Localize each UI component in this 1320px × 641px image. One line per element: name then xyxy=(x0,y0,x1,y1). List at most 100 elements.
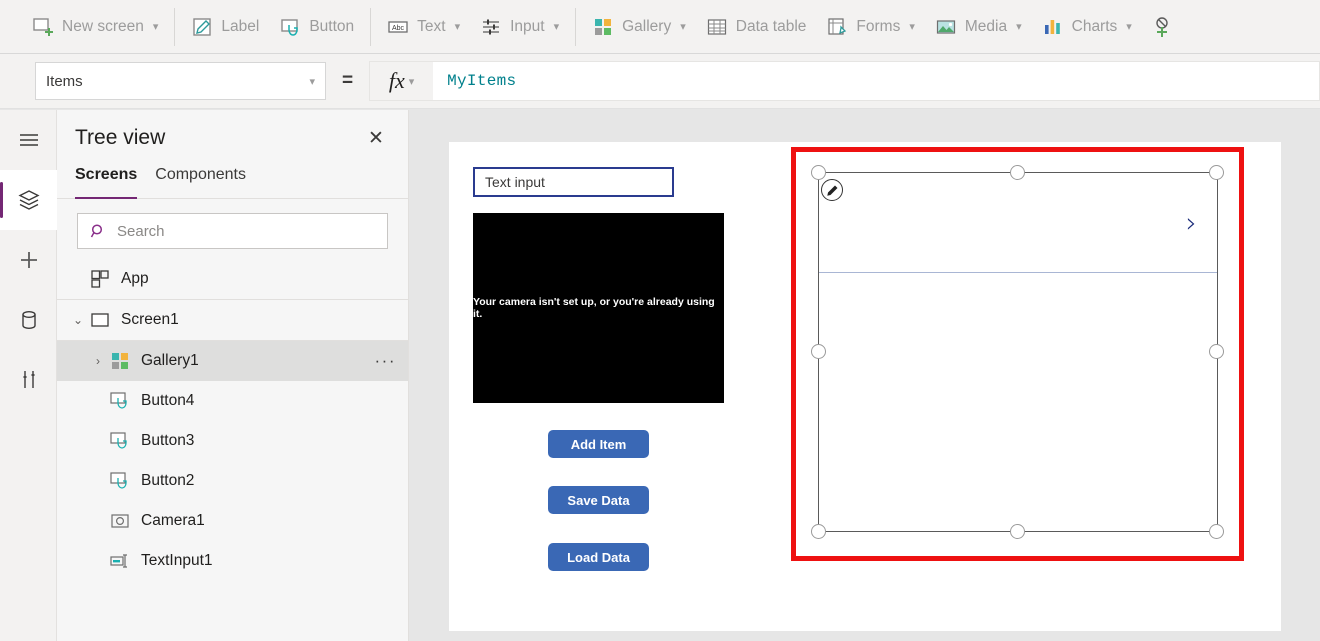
search-container: Search xyxy=(57,199,408,259)
tree-node-app[interactable]: App xyxy=(57,259,408,299)
data-table-button-label: Data table xyxy=(736,18,807,36)
tree-node-camera1[interactable]: Camera1 xyxy=(57,501,408,541)
tab-components[interactable]: Components xyxy=(155,166,246,198)
resize-handle-w[interactable] xyxy=(811,344,826,359)
formula-input[interactable]: MyItems xyxy=(433,61,1320,101)
sidebar-item-tree-view[interactable] xyxy=(0,170,57,230)
input-button[interactable]: Input ▾ xyxy=(470,6,569,48)
charts-button[interactable]: Charts ▾ xyxy=(1032,6,1142,48)
gallery-button[interactable]: Gallery ▾ xyxy=(582,6,696,48)
load-data-button-label: Load Data xyxy=(567,550,630,565)
equals-sign: = xyxy=(342,70,353,92)
forms-button-label: Forms xyxy=(856,18,900,36)
camera-message: Your camera isn't set up, or you're alre… xyxy=(473,296,724,320)
canvas-stage: Text input Your camera isn't set up, or … xyxy=(409,110,1320,641)
property-dropdown[interactable]: Items ▾ xyxy=(35,62,326,100)
save-data-button[interactable]: Save Data xyxy=(548,486,649,514)
toolbar-separator xyxy=(370,8,371,46)
close-icon[interactable]: ✕ xyxy=(362,124,390,152)
input-icon xyxy=(480,16,502,38)
tree-node-button4[interactable]: Button4 xyxy=(57,381,408,421)
gallery-control[interactable]: › xyxy=(818,172,1218,532)
input-button-label: Input xyxy=(510,18,544,36)
tree-node-button2[interactable]: Button2 xyxy=(57,461,408,501)
gallery-selection[interactable]: › xyxy=(791,147,1244,561)
tab-screens[interactable]: Screens xyxy=(75,166,137,198)
button-button[interactable]: Button xyxy=(269,6,364,48)
resize-handle-sw[interactable] xyxy=(811,524,826,539)
search-placeholder: Search xyxy=(117,223,165,240)
chevron-down-icon[interactable]: ⌄ xyxy=(67,313,89,327)
tree-node-button3-label: Button3 xyxy=(141,432,396,450)
sidebar-item-insert[interactable] xyxy=(0,230,57,290)
data-icon xyxy=(16,307,42,333)
tree-node-textinput1[interactable]: TextInput1 xyxy=(57,541,408,581)
command-group-input: Abc Text ▾ Input ▾ xyxy=(377,0,569,53)
command-group-basic: Label Button xyxy=(181,0,364,53)
charts-button-label: Charts xyxy=(1072,18,1118,36)
resize-handle-e[interactable] xyxy=(1209,344,1224,359)
tree-node-gallery1-label: Gallery1 xyxy=(141,352,375,370)
chevron-down-icon: ▾ xyxy=(409,75,415,88)
tree-node-screen1[interactable]: ⌄ Screen1 xyxy=(57,300,408,340)
tree-node-camera1-label: Camera1 xyxy=(141,512,396,530)
button-icon xyxy=(109,390,131,412)
app-canvas[interactable]: Text input Your camera isn't set up, or … xyxy=(449,142,1281,631)
label-button[interactable]: Label xyxy=(181,6,269,48)
chevron-down-icon: ▾ xyxy=(309,75,315,88)
save-data-button-label: Save Data xyxy=(567,493,629,508)
forms-icon xyxy=(826,16,848,38)
text-icon: Abc xyxy=(387,16,409,38)
property-dropdown-value: Items xyxy=(46,73,308,90)
chevron-down-icon: ▾ xyxy=(455,20,461,33)
resize-handle-se[interactable] xyxy=(1209,524,1224,539)
add-item-button[interactable]: Add Item xyxy=(548,430,649,458)
chevron-right-icon[interactable]: › xyxy=(1186,209,1197,237)
button-icon xyxy=(109,470,131,492)
context-menu-button[interactable]: ··· xyxy=(375,351,396,371)
command-group-screens: New screen ▾ xyxy=(0,0,168,53)
sidebar-item-data[interactable] xyxy=(0,290,57,350)
camera-icon xyxy=(109,510,131,532)
formula-text: MyItems xyxy=(447,72,516,90)
chevron-down-icon: ▾ xyxy=(909,20,915,33)
camera-control[interactable]: Your camera isn't set up, or you're alre… xyxy=(473,213,724,403)
tree-node-button3[interactable]: Button3 xyxy=(57,421,408,461)
edit-gallery-badge[interactable] xyxy=(821,179,843,201)
data-table-icon xyxy=(706,16,728,38)
insert-icon xyxy=(16,247,42,273)
formula-bar: Items ▾ = fx ▾ MyItems xyxy=(0,54,1320,109)
new-screen-button[interactable]: New screen ▾ xyxy=(22,6,168,48)
app-icon xyxy=(89,268,111,290)
chevron-down-icon: ▾ xyxy=(680,20,686,33)
text-input-control[interactable]: Text input xyxy=(473,167,674,197)
gallery-button-label: Gallery xyxy=(622,18,671,36)
data-table-button[interactable]: Data table xyxy=(696,6,817,48)
button-icon xyxy=(109,430,131,452)
tree-view-icon xyxy=(16,187,42,213)
menu-button[interactable] xyxy=(0,110,57,170)
search-input[interactable]: Search xyxy=(77,213,388,249)
fx-button[interactable]: fx ▾ xyxy=(369,61,433,101)
media-button-label: Media xyxy=(965,18,1007,36)
resize-handle-ne[interactable] xyxy=(1209,165,1224,180)
sidebar-item-advanced-tools[interactable] xyxy=(0,350,57,410)
tree-node-textinput1-label: TextInput1 xyxy=(141,552,396,570)
new-screen-icon xyxy=(32,16,54,38)
icons-button[interactable] xyxy=(1142,6,1174,48)
button-button-label: Button xyxy=(309,18,354,36)
resize-handle-s[interactable] xyxy=(1010,524,1025,539)
resize-handle-n[interactable] xyxy=(1010,165,1025,180)
new-screen-label: New screen xyxy=(62,18,144,36)
pencil-icon xyxy=(826,184,839,197)
resize-handle-nw[interactable] xyxy=(811,165,826,180)
screen-icon xyxy=(89,309,111,331)
media-button[interactable]: Media ▾ xyxy=(925,6,1032,48)
load-data-button[interactable]: Load Data xyxy=(548,543,649,571)
tree-node-gallery1[interactable]: › Gallery1 ··· xyxy=(57,341,408,381)
forms-button[interactable]: Forms ▾ xyxy=(816,6,924,48)
media-icon xyxy=(935,16,957,38)
chevron-right-icon[interactable]: › xyxy=(87,354,109,368)
chevron-down-icon: ▾ xyxy=(554,20,560,33)
text-button[interactable]: Abc Text ▾ xyxy=(377,6,470,48)
